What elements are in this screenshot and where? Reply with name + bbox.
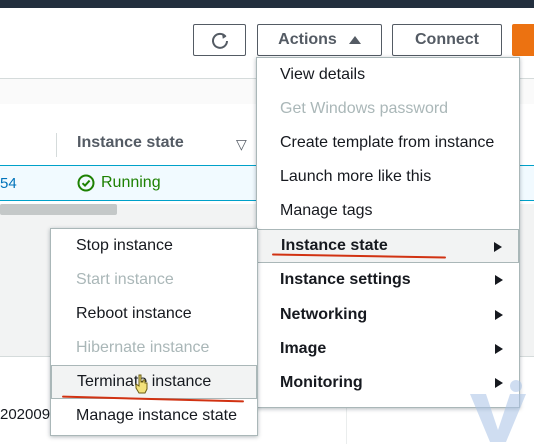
column-header-instance-state[interactable]: Instance state [77, 134, 184, 152]
menu-item-view-details[interactable]: View details [257, 58, 519, 92]
menu-item-image[interactable]: Image [257, 332, 519, 366]
menu-item-manage-tags[interactable]: Manage tags [257, 194, 519, 228]
menu-item-start-instance: Start instance [76, 271, 174, 288]
sort-triangle-icon[interactable]: ▽ [236, 136, 247, 153]
instance-state-label: Running [101, 174, 161, 191]
menu-item-instance-settings[interactable]: Instance settings [257, 263, 519, 297]
top-nav-bar [0, 0, 534, 8]
connect-button[interactable]: Connect [392, 24, 502, 56]
instance-state-cell: Running [77, 174, 161, 192]
chevron-right-icon [495, 344, 503, 354]
menu-item-stop-instance[interactable]: Stop instance [51, 229, 257, 263]
menu-item-instance-state[interactable]: Instance state [257, 229, 519, 263]
check-circle-icon [77, 174, 95, 192]
actions-button-label: Actions [278, 31, 337, 48]
column-divider [56, 133, 57, 157]
menu-item-reboot-instance[interactable]: Reboot instance [51, 297, 257, 331]
launch-instances-button[interactable] [512, 24, 534, 56]
menu-item-launch-more[interactable]: Launch more like this [257, 160, 519, 194]
menu-item-create-template[interactable]: Create template from instance [257, 126, 519, 160]
chevron-right-icon [495, 310, 503, 320]
actions-menu: View details Get Windows password Create… [256, 57, 520, 408]
chevron-right-icon [494, 242, 502, 252]
menu-item-hibernate-instance: Hibernate instance [76, 339, 210, 356]
chevron-right-icon [495, 275, 503, 285]
horizontal-scrollbar[interactable] [0, 204, 117, 215]
menu-item-terminate-instance[interactable]: Terminate instance [51, 365, 257, 399]
hand-cursor-icon [135, 374, 148, 394]
actions-button[interactable]: Actions [257, 24, 382, 56]
refresh-icon [211, 32, 228, 49]
menu-item-networking[interactable]: Networking [257, 298, 519, 332]
caret-up-icon [348, 36, 361, 44]
menu-item-get-windows-password: Get Windows password [280, 100, 449, 117]
logo-watermark-icon [470, 380, 526, 442]
refresh-button[interactable] [193, 24, 246, 56]
instance-id-fragment[interactable]: 54 [0, 175, 17, 192]
menu-item-manage-instance-state[interactable]: Manage instance state [51, 399, 257, 433]
connect-button-label: Connect [415, 31, 479, 48]
instance-state-submenu: Stop instance Start instance Reboot inst… [50, 228, 258, 436]
